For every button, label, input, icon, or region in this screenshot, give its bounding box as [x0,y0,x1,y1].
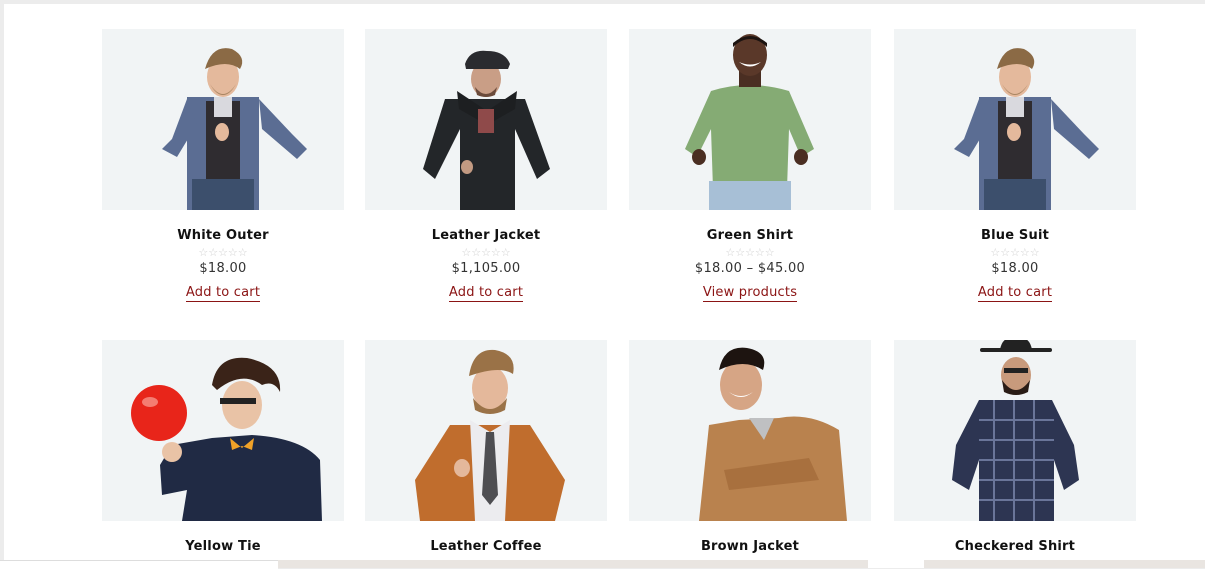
product-image[interactable] [629,29,871,210]
product-image[interactable] [629,340,871,521]
bottom-strip [0,560,1205,569]
product-card: Leather Jacket ☆☆☆☆☆ $1,105.00 Add to ca… [365,29,607,302]
product-card: Checkered Shirt [894,340,1136,555]
product-title[interactable]: Leather Coffee [365,539,607,555]
rating-stars: ☆☆☆☆☆ [198,246,248,259]
product-price: $18.00 [991,261,1039,276]
product-image[interactable] [894,340,1136,521]
product-title[interactable]: Green Shirt [629,228,871,244]
add-to-cart-button[interactable]: Add to cart [977,285,1053,302]
add-to-cart-button[interactable]: Add to cart [448,285,524,302]
product-title[interactable]: Leather Jacket [365,228,607,244]
product-image[interactable] [365,340,607,521]
product-image[interactable] [365,29,607,210]
product-image[interactable] [894,29,1136,210]
product-card: Yellow Tie [102,340,344,555]
product-card: White Outer ☆☆☆☆☆ $18.00 Add to cart [102,29,344,302]
rating-stars: ☆☆☆☆☆ [990,246,1040,259]
view-products-button[interactable]: View products [702,285,798,302]
product-image[interactable] [102,29,344,210]
product-title[interactable]: Blue Suit [894,228,1136,244]
product-title[interactable]: White Outer [102,228,344,244]
rating-stars: ☆☆☆☆☆ [725,246,775,259]
product-price: $1,105.00 [451,261,521,276]
product-card: Brown Jacket [629,340,871,555]
product-grid-page: White Outer ☆☆☆☆☆ $18.00 Add to cart Lea… [4,4,1205,568]
product-card: Blue Suit ☆☆☆☆☆ $18.00 Add to cart [894,29,1136,302]
product-image[interactable] [102,340,344,521]
product-card: Leather Coffee [365,340,607,555]
product-title[interactable]: Yellow Tie [102,539,344,555]
rating-stars: ☆☆☆☆☆ [461,246,511,259]
product-title[interactable]: Brown Jacket [629,539,871,555]
product-card: Green Shirt ☆☆☆☆☆ $18.00 – $45.00 View p… [629,29,871,302]
product-price: $18.00 – $45.00 [694,261,806,276]
add-to-cart-button[interactable]: Add to cart [185,285,261,302]
product-title[interactable]: Checkered Shirt [894,539,1136,555]
product-price: $18.00 [199,261,247,276]
